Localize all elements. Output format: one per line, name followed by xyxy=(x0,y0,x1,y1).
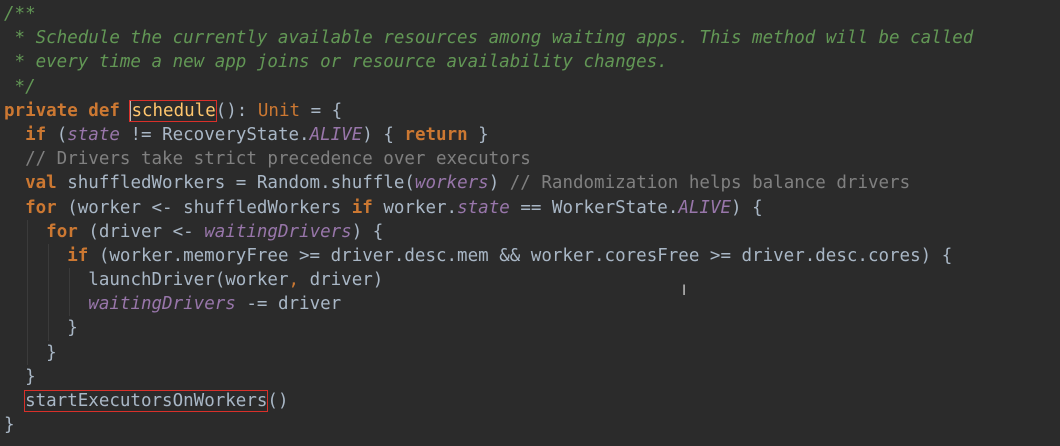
code-token: waitingDrivers xyxy=(88,294,236,315)
code-line[interactable]: launchDriver(worker, driver) xyxy=(0,268,1060,293)
code-token: driver) xyxy=(309,270,384,291)
code-token: } xyxy=(467,124,489,145)
code-token: worker. xyxy=(383,197,458,218)
indent-guide xyxy=(48,268,50,293)
indent-guide xyxy=(27,219,29,244)
code-token: == WorkerState. xyxy=(509,197,679,218)
code-token: != RecoveryState. xyxy=(119,124,310,145)
code-token: ) { xyxy=(351,221,384,242)
indent-guide xyxy=(69,268,71,293)
code-token: /** xyxy=(4,4,36,24)
indent-guide xyxy=(69,292,71,317)
code-token: launchDriver(worker xyxy=(88,270,289,291)
code-line[interactable]: * Schedule the currently available resou… xyxy=(0,26,1060,50)
code-token: = { xyxy=(300,100,343,121)
code-line[interactable]: for (driver <- waitingDrivers) { xyxy=(0,219,1060,244)
code-line[interactable]: * every time a new app joins or resource… xyxy=(0,50,1060,74)
code-line[interactable]: waitingDrivers -= driver xyxy=(0,292,1060,317)
indent-guide xyxy=(27,340,29,365)
code-token: schedule xyxy=(129,99,217,122)
code-line[interactable]: /** xyxy=(0,2,1060,26)
code-token: * Schedule the currently available resou… xyxy=(4,28,974,49)
code-token: ) { xyxy=(362,124,405,145)
code-token: * every time a new app joins or resource… xyxy=(4,52,668,73)
code-token: -= driver xyxy=(235,294,342,315)
code-line[interactable]: private def schedule(): Unit = { xyxy=(0,99,1060,123)
indent-guide xyxy=(27,243,29,269)
code-token: , xyxy=(288,270,310,291)
code-token: // Randomization helps balance drivers xyxy=(509,173,911,194)
code-line[interactable]: } xyxy=(0,365,1060,389)
code-line[interactable]: for (worker <- shuffledWorkers if worker… xyxy=(0,196,1060,220)
code-token: (): xyxy=(215,100,258,121)
code-token: for xyxy=(46,221,89,242)
code-token: ALIVE xyxy=(678,197,732,218)
code-token: shuffledWorkers = Random.shuffle( xyxy=(67,173,415,194)
code-token: (driver <- xyxy=(88,221,205,242)
code-token: state xyxy=(457,197,510,218)
code-token: if xyxy=(25,124,57,145)
code-token: if xyxy=(67,245,99,266)
code-token: } xyxy=(46,342,57,363)
code-line[interactable]: } xyxy=(0,340,1060,365)
indent-guide xyxy=(48,316,50,341)
code-token: ) { xyxy=(731,197,763,218)
code-line[interactable]: if (worker.memoryFree >= driver.desc.mem… xyxy=(0,243,1060,269)
code-token: } xyxy=(25,366,36,387)
indent-guide xyxy=(48,292,50,317)
code-token: state xyxy=(67,124,120,145)
code-token: ALIVE xyxy=(309,124,363,145)
indent-guide xyxy=(27,316,29,341)
code-line[interactable]: } xyxy=(0,413,1060,437)
code-line[interactable]: val shuffledWorkers = Random.shuffle(wor… xyxy=(0,171,1060,195)
code-token: (worker <- shuffledWorkers xyxy=(67,197,352,218)
code-token: startExecutorsOnWorkers xyxy=(24,390,269,412)
code-line[interactable]: if (state != RecoveryState.ALIVE) { retu… xyxy=(0,123,1060,147)
code-token: (worker.memoryFree >= driver.desc.mem &&… xyxy=(98,245,953,266)
code-line[interactable]: } xyxy=(0,316,1060,341)
text-cursor-icon: I xyxy=(682,283,687,299)
code-token: val xyxy=(25,173,68,194)
code-line[interactable]: */ xyxy=(0,75,1060,99)
code-token: */ xyxy=(4,76,36,97)
code-token: ) xyxy=(488,173,510,194)
code-token: () xyxy=(267,391,289,411)
code-token: Unit xyxy=(257,100,301,121)
indent-guide xyxy=(48,243,50,269)
code-token: waitingDrivers xyxy=(204,221,352,242)
code-token: return xyxy=(404,124,468,145)
code-line[interactable]: // Drivers take strict precedence over e… xyxy=(0,147,1060,171)
code-token: if xyxy=(351,197,384,218)
indent-guide xyxy=(27,292,29,317)
code-token: // Drivers take strict precedence over e… xyxy=(25,149,531,170)
code-token: } xyxy=(67,318,78,339)
indent-guide xyxy=(27,268,29,293)
code-token: ( xyxy=(56,124,68,145)
code-token: } xyxy=(4,415,15,436)
code-editor[interactable]: /** * Schedule the currently available r… xyxy=(0,0,1060,446)
code-token: private def xyxy=(4,100,131,121)
code-token: for xyxy=(25,197,68,218)
code-line[interactable]: startExecutorsOnWorkers() xyxy=(0,389,1060,413)
code-token: workers xyxy=(414,173,489,194)
